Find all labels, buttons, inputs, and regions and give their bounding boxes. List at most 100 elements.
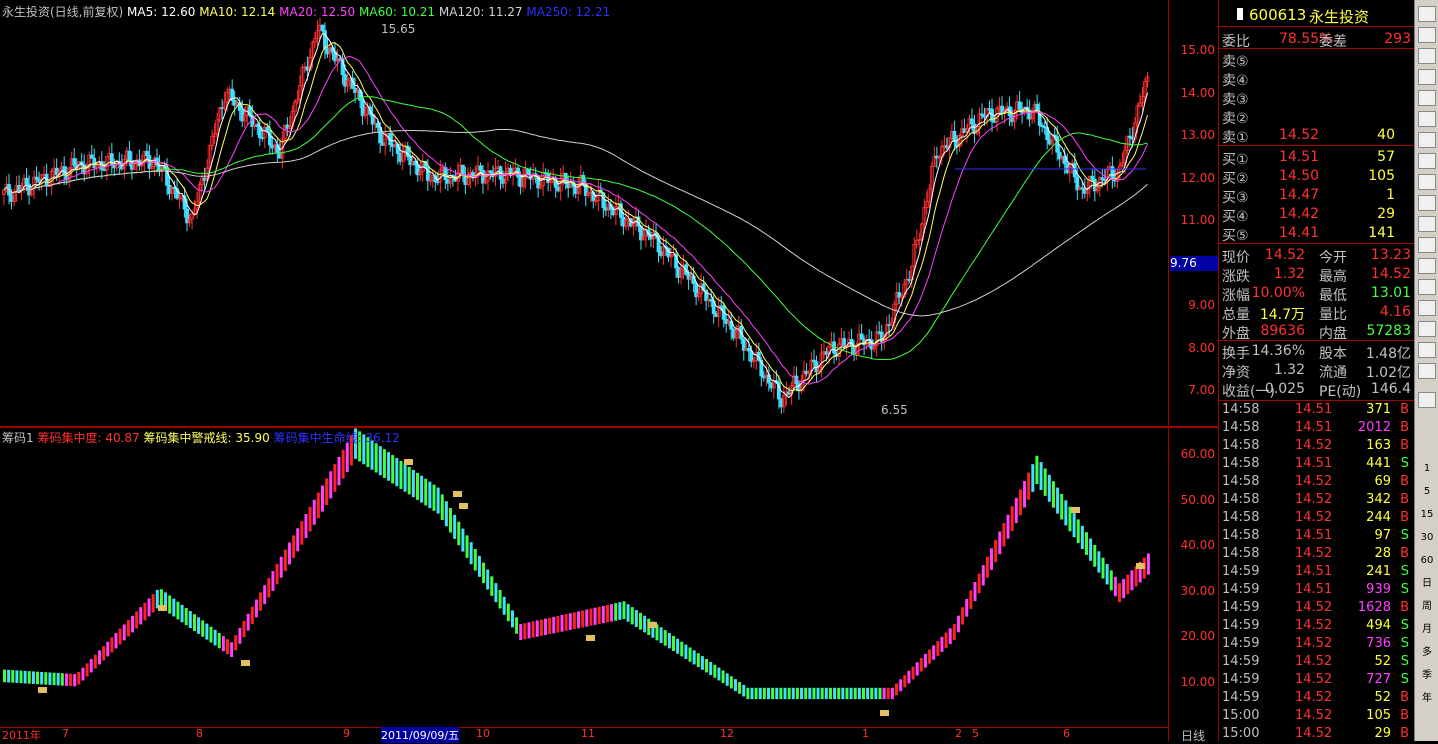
chip-bar: [659, 627, 663, 644]
n-icon[interactable]: [1418, 392, 1436, 408]
chip-bar: [828, 687, 832, 700]
chip-bar: [676, 638, 680, 654]
window-icon[interactable]: [1418, 174, 1436, 190]
tick-row: 14:59 14.52 52 S: [1219, 654, 1415, 672]
f10-icon[interactable]: [1418, 90, 1436, 106]
chip-bar: [110, 637, 114, 653]
arrow-up-icon[interactable]: [1418, 279, 1436, 295]
tick-volume: 494: [1366, 618, 1391, 633]
chip-bar: [969, 590, 973, 609]
chip-bar: [424, 478, 428, 506]
chart-line-icon[interactable]: [1418, 6, 1436, 22]
ma60-label: MA60: 10.21: [359, 5, 436, 19]
chip-bar: [630, 607, 634, 625]
tick-price: 14.52: [1295, 690, 1333, 705]
ma120-label: MA120: 11.27: [438, 5, 523, 19]
list-icon[interactable]: [1418, 48, 1436, 64]
chip-bar: [254, 599, 258, 618]
chip-bar: [325, 478, 329, 506]
period-button[interactable]: 年: [1417, 690, 1437, 708]
chip-bar: [738, 682, 742, 694]
chip-bar: [515, 617, 519, 634]
f5-icon[interactable]: [1418, 363, 1436, 379]
chip-bar: [845, 687, 849, 700]
period-button[interactable]: 1: [1417, 460, 1437, 478]
tick-volume: 52: [1374, 690, 1391, 705]
tool-icon[interactable]: [1418, 216, 1436, 232]
chip-bar: [923, 653, 927, 668]
period-button[interactable]: 周: [1417, 598, 1437, 616]
price-tick-label: 8.00: [1188, 340, 1215, 355]
arrow-right-icon[interactable]: [1418, 342, 1436, 358]
chip-bar: [944, 632, 948, 648]
tick-volume: 342: [1366, 492, 1391, 507]
chip-tick-label: 60.00: [1180, 447, 1215, 461]
tool3-icon[interactable]: [1418, 258, 1436, 274]
chip-bar: [1089, 538, 1093, 561]
stock-code: 600613: [1249, 6, 1307, 24]
tick-price: 14.52: [1295, 636, 1333, 651]
arrow-left-icon[interactable]: [1418, 321, 1436, 337]
chart-bar-icon[interactable]: [1418, 27, 1436, 43]
tick-row: 14:58 14.52 69 B: [1219, 474, 1415, 492]
f11-icon[interactable]: [1418, 111, 1436, 127]
chip-bar: [1051, 481, 1055, 508]
chip-concentration-chart[interactable]: [0, 428, 1168, 728]
chip-bar: [729, 676, 733, 689]
period-button[interactable]: 5: [1417, 483, 1437, 501]
chip-bar: [168, 595, 172, 614]
fundamental-row: 净资 1.32 流通 1.02亿: [1219, 361, 1415, 381]
grid-icon[interactable]: [1418, 153, 1436, 169]
period-button[interactable]: 60: [1417, 552, 1437, 570]
chip-bar: [275, 563, 279, 585]
chip-bar: [1010, 506, 1014, 531]
chip-bar: [804, 687, 808, 700]
chip-bar: [1118, 583, 1122, 603]
sell-volume: 40: [1377, 127, 1395, 143]
ma250-label: MA250: 12.21: [526, 5, 611, 19]
arrow-down-icon[interactable]: [1418, 300, 1436, 316]
chip-bar: [415, 472, 419, 500]
period-button[interactable]: 30: [1417, 529, 1437, 547]
signal-marker: [1071, 507, 1080, 513]
sub-chart-header: 筹码1 筹码集中度: 40.87 筹码集中警戒线: 35.90 筹码集中生命线:…: [2, 429, 400, 446]
period-button[interactable]: 季: [1417, 667, 1437, 685]
ma5-line: [3, 32, 1148, 399]
stat-label: 总量: [1222, 307, 1250, 323]
tick-side: B: [1400, 690, 1409, 705]
chip-bar: [1084, 532, 1088, 555]
tick-volume: 28: [1374, 546, 1391, 561]
chip-bar: [1134, 566, 1138, 587]
chip-bar: [746, 687, 750, 700]
chip-bar: [73, 674, 77, 687]
chip-bar: [1122, 578, 1126, 599]
rsi-icon[interactable]: [1418, 195, 1436, 211]
tick-row: 14:59 14.52 1628 B: [1219, 600, 1415, 618]
candle-body: [320, 24, 325, 32]
tick-side: S: [1400, 672, 1409, 687]
period-button[interactable]: 15: [1417, 506, 1437, 524]
chip-bar: [304, 513, 308, 539]
chip-bar: [568, 613, 572, 630]
period-button[interactable]: 月: [1417, 621, 1437, 639]
f12-icon[interactable]: [1418, 132, 1436, 148]
period-button[interactable]: 日: [1417, 575, 1437, 593]
tick-side: B: [1400, 438, 1409, 453]
chip-bar: [312, 499, 316, 525]
tool2-icon[interactable]: [1418, 237, 1436, 253]
chip-bar: [15, 670, 19, 683]
table-icon[interactable]: [1418, 69, 1436, 85]
tick-time: 14:59: [1222, 636, 1260, 651]
chip-bar: [246, 613, 250, 631]
period-button[interactable]: 多: [1417, 644, 1437, 662]
tick-price: 14.52: [1295, 708, 1333, 723]
chip-bar: [940, 636, 944, 652]
chip-bar: [93, 654, 97, 669]
chip-bar: [147, 598, 151, 617]
chip-bar: [932, 645, 936, 660]
tick-row: 14:58 14.52 28 B: [1219, 546, 1415, 564]
ma10-line: [3, 42, 1148, 392]
main-kline-chart[interactable]: [0, 0, 1168, 425]
buy-price: 14.47: [1279, 187, 1320, 203]
chip-bar: [1027, 472, 1031, 500]
